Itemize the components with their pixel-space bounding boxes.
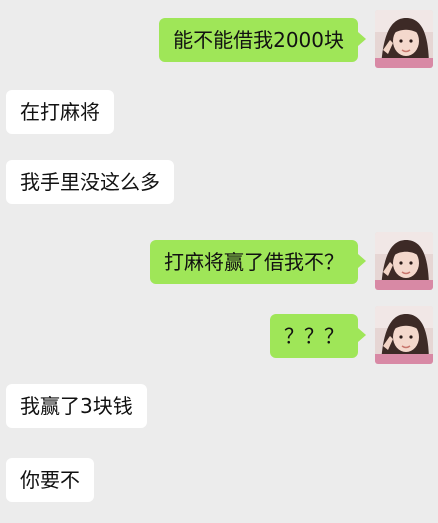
message-row-outgoing: ？？？ <box>0 304 438 364</box>
message-bubble-outgoing[interactable]: 打麻将赢了借我不？ <box>150 240 366 284</box>
user-avatar[interactable] <box>375 10 433 68</box>
message-bubble-outgoing[interactable]: ？？？ <box>270 314 366 358</box>
message-bubble-outgoing[interactable]: 能不能借我2000块 <box>159 18 366 62</box>
message-row-incoming: 我赢了3块钱 <box>0 384 438 438</box>
message-row-incoming: 你要不 <box>0 458 438 512</box>
message-bubble-incoming[interactable]: 我赢了3块钱 <box>6 384 147 428</box>
avatar-photo-icon <box>375 232 433 290</box>
message-row-outgoing: 打麻将赢了借我不？ <box>0 232 438 292</box>
user-avatar[interactable] <box>375 232 433 290</box>
avatar-photo-icon <box>375 10 433 68</box>
message-bubble-incoming[interactable]: 在打麻将 <box>6 90 114 134</box>
message-row-incoming: 我手里没这么多 <box>0 160 438 214</box>
message-bubble-incoming[interactable]: 你要不 <box>6 458 94 502</box>
user-avatar[interactable] <box>375 306 433 364</box>
chat-conversation: 能不能借我2000块 在打麻将 我手里没这么多 打麻将赢了借我不？ ？？？ 我赢… <box>0 0 438 523</box>
message-row-incoming: 在打麻将 <box>0 90 438 144</box>
message-row-outgoing: 能不能借我2000块 <box>0 8 438 68</box>
message-bubble-incoming[interactable]: 我手里没这么多 <box>6 160 174 204</box>
avatar-photo-icon <box>375 306 433 364</box>
